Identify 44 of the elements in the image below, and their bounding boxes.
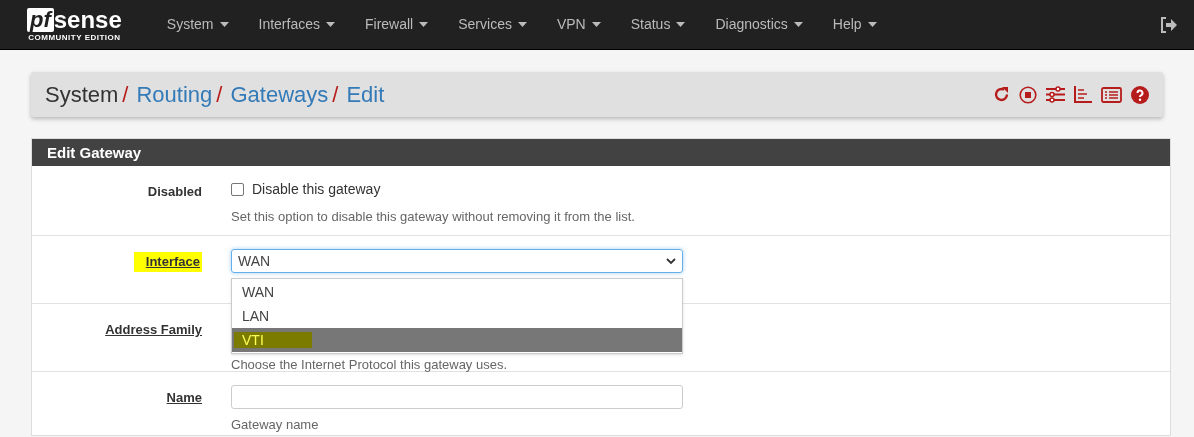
help-icon[interactable] bbox=[1131, 85, 1149, 104]
breadcrumb-separator: / bbox=[122, 81, 129, 109]
checkbox-label: Disable this gateway bbox=[252, 180, 381, 199]
nav-menu-item[interactable]: VPN bbox=[541, 4, 616, 45]
nav-menu-item[interactable]: Diagnostics bbox=[700, 4, 818, 45]
breadcrumb-separator: / bbox=[216, 81, 223, 109]
help-text: Gateway name bbox=[231, 416, 320, 434]
stop-icon[interactable] bbox=[1019, 85, 1037, 104]
nav-menu-item[interactable]: Firewall bbox=[350, 4, 444, 45]
help-text: Choose the Internet Protocol this gateway uses. bbox=[231, 356, 508, 374]
nav-menu-item[interactable]: Interfaces bbox=[243, 4, 350, 45]
caret-icon bbox=[676, 22, 686, 27]
reload-icon[interactable] bbox=[993, 86, 1010, 103]
caret-icon bbox=[793, 22, 803, 27]
chart-icon[interactable] bbox=[1074, 86, 1092, 103]
nav-menu-item[interactable]: Services bbox=[443, 4, 542, 45]
caret-icon bbox=[326, 22, 335, 27]
help-text: Set this option to disable this gateway without removing it from the list. bbox=[231, 208, 635, 226]
caret-icon bbox=[517, 22, 527, 27]
select-field[interactable]: WAN bbox=[231, 249, 683, 273]
field-label: Interface bbox=[133, 252, 202, 272]
logo[interactable]: pfsense COMMUNITY EDITION bbox=[27, 7, 122, 42]
caret-icon bbox=[867, 22, 877, 27]
caret-icon bbox=[419, 22, 429, 27]
checkbox[interactable] bbox=[231, 183, 244, 196]
field-label: Address Family bbox=[105, 321, 202, 339]
name-field[interactable] bbox=[231, 385, 683, 409]
caret-icon bbox=[591, 22, 601, 27]
breadcrumb-text: System bbox=[45, 81, 119, 109]
logout-icon[interactable] bbox=[1160, 16, 1178, 33]
list-icon[interactable] bbox=[1101, 86, 1122, 103]
nav-menu-item[interactable]: System bbox=[151, 4, 244, 45]
chevron-down-icon bbox=[666, 257, 676, 265]
nav-menu-item[interactable]: Status bbox=[615, 4, 701, 45]
nav-menu-item[interactable]: Help bbox=[817, 4, 892, 45]
dropdown-option[interactable]: VTI bbox=[232, 328, 682, 352]
dropdown-option[interactable]: WAN bbox=[232, 280, 682, 304]
sliders-icon[interactable] bbox=[1046, 86, 1065, 103]
dropdown-option[interactable]: LAN bbox=[232, 304, 682, 328]
field-label: Name bbox=[166, 389, 202, 407]
panel-title: Edit Gateway bbox=[32, 139, 1170, 166]
breadcrumb-separator: / bbox=[332, 81, 339, 109]
caret-icon bbox=[219, 22, 229, 27]
field-label: Disabled bbox=[147, 183, 202, 201]
